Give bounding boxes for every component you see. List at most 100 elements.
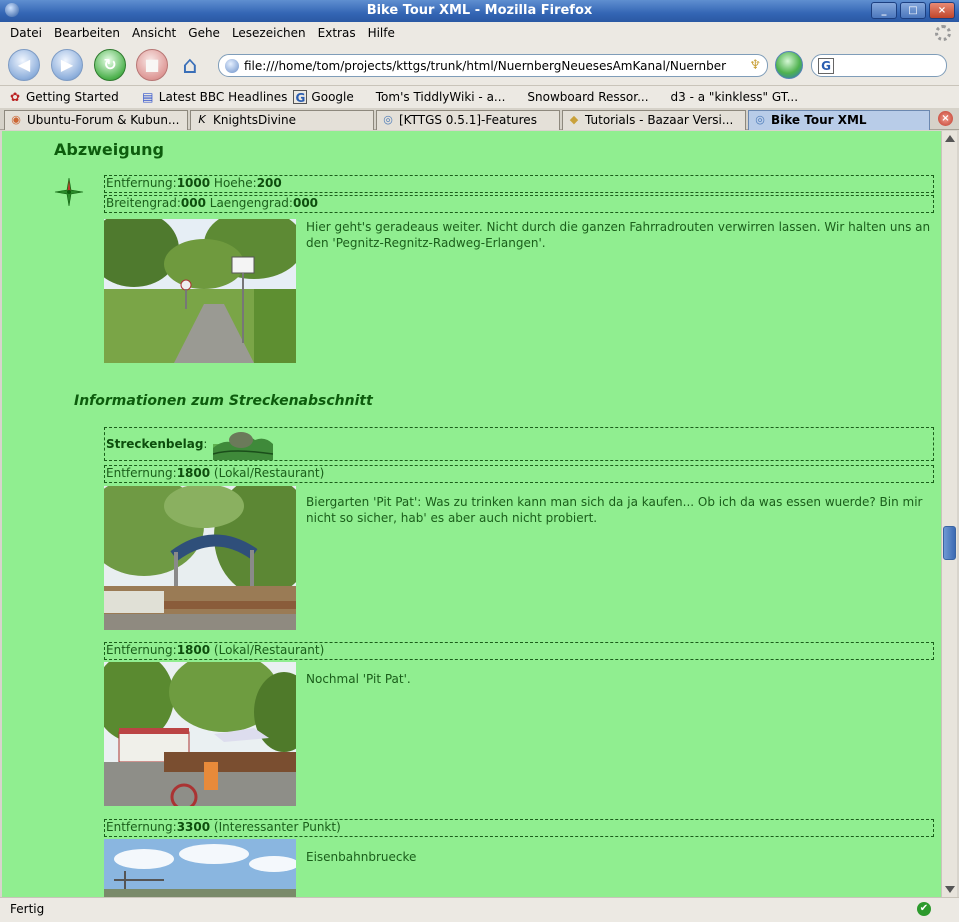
bookmark-label: Latest BBC Headlines	[158, 90, 288, 104]
menu-ansicht[interactable]: Ansicht	[126, 26, 182, 40]
tab-ubuntu-forum[interactable]: ◉ Ubuntu-Forum & Kubun...	[4, 110, 188, 130]
url-bar[interactable]: ♆	[218, 54, 768, 77]
waypoint-distance-height: Entfernung:1000 Hoehe:200	[104, 175, 934, 193]
maximize-button[interactable]: □	[900, 2, 926, 19]
point-distance-row: Entfernung:1800 (Lokal/Restaurant)	[104, 465, 934, 483]
scroll-down-arrow-icon[interactable]	[945, 886, 955, 893]
label: Entfernung:	[106, 820, 177, 834]
tab-label: Ubuntu-Forum & Kubun...	[27, 113, 180, 127]
page-content: Abzweigung Entfernung:1000 Hoehe:200 Bre…	[2, 131, 941, 897]
close-window-button[interactable]: ×	[929, 2, 955, 19]
distance-value: 3300	[176, 820, 211, 834]
back-button[interactable]: ◀	[8, 49, 40, 81]
search-bar[interactable]: G	[811, 54, 947, 77]
waypoint-photo	[104, 219, 296, 363]
tab-label: KnightsDivine	[213, 113, 296, 127]
bookmark-label: Getting Started	[26, 90, 119, 104]
menu-bar: Datei Bearbeiten Ansicht Gehe Lesezeiche…	[0, 22, 959, 44]
bookmark-google-icon: G	[293, 90, 308, 105]
status-ok-icon: ✔	[917, 902, 931, 916]
bookmark-item[interactable]: ▤ Latest BBC Headlines	[141, 90, 288, 104]
tab-bazaar-tutorials[interactable]: ◆ Tutorials - Bazaar Versi...	[562, 110, 746, 130]
bookmark-label: d3 - a "kinkless" GT...	[670, 90, 799, 104]
section-heading: Abzweigung	[54, 140, 164, 159]
point-description: Eisenbahnbruecke	[306, 850, 417, 864]
tab-label: Tutorials - Bazaar Versi...	[585, 113, 734, 127]
forward-button[interactable]: ▶	[51, 49, 83, 81]
point-distance-row: Entfernung:3300 (Interessanter Punkt)	[104, 819, 934, 837]
page-globe-icon	[225, 58, 239, 73]
compass-icon	[54, 177, 84, 207]
distance-value: 1000	[176, 176, 211, 190]
bookmark-feed-icon: ▤	[142, 90, 154, 104]
point-photo	[104, 839, 296, 897]
point-distance-row: Entfernung:1800 (Lokal/Restaurant)	[104, 642, 934, 660]
label: Entfernung:	[106, 643, 177, 657]
minimize-button[interactable]: _	[871, 2, 897, 19]
menu-hilfe[interactable]: Hilfe	[362, 26, 401, 40]
bookmark-label: Snowboard Ressor...	[527, 90, 649, 104]
bookmark-label: Google	[311, 90, 354, 104]
navigation-toolbar: ◀ ▶ ↻ ■ ⌂ ♆ G	[0, 44, 959, 86]
tab-label: [KTTGS 0.5.1]-Features	[399, 113, 537, 127]
tab-bar: ◉ Ubuntu-Forum & Kubun... K KnightsDivine …	[0, 108, 959, 130]
menu-datei[interactable]: Datei	[4, 26, 48, 40]
home-button[interactable]: ⌂	[174, 50, 206, 80]
separator: :	[203, 437, 208, 451]
menu-extras[interactable]: Extras	[312, 26, 362, 40]
go-button[interactable]	[775, 51, 803, 79]
page-icon: ◎	[383, 113, 393, 126]
vertical-scrollbar[interactable]	[941, 131, 957, 897]
ubuntu-icon: ◉	[11, 113, 21, 126]
bazaar-icon: ◆	[569, 113, 579, 126]
feed-icon[interactable]: ♆	[749, 58, 761, 73]
surface-label: Streckenbelag	[106, 437, 204, 451]
scroll-thumb[interactable]	[943, 526, 956, 560]
status-bar: Fertig ✔	[0, 897, 959, 922]
search-engine-icon[interactable]: G	[818, 58, 834, 74]
status-text: Fertig	[10, 902, 45, 916]
latitude-value: 000	[180, 196, 206, 210]
page-icon: ◎	[755, 113, 765, 126]
url-input[interactable]	[244, 58, 744, 73]
longitude-value: 000	[292, 196, 319, 210]
close-tab-button[interactable]: ×	[938, 111, 953, 126]
bookmark-label: Tom's TiddlyWiki - a...	[375, 90, 506, 104]
tab-bike-tour-xml[interactable]: ◎ Bike Tour XML	[748, 110, 930, 130]
bookmark-item[interactable]: G Google	[293, 90, 354, 105]
surface-terrain-icon	[213, 431, 274, 460]
reload-button[interactable]: ↻	[94, 49, 126, 81]
scroll-up-arrow-icon[interactable]	[945, 135, 955, 142]
point-photo	[104, 662, 296, 806]
bookmark-item[interactable]: Snowboard Ressor...	[527, 90, 648, 104]
menu-bearbeiten[interactable]: Bearbeiten	[48, 26, 126, 40]
label: Laengengrad:	[205, 196, 293, 210]
distance-value: 1800	[176, 466, 211, 480]
knightsdivine-icon: K	[198, 113, 206, 126]
bookmark-item[interactable]: Tom's TiddlyWiki - a...	[376, 90, 506, 104]
label: Breitengrad:	[106, 196, 181, 210]
distance-value: 1800	[176, 643, 211, 657]
label: Entfernung:	[106, 466, 177, 480]
window-titlebar[interactable]: Bike Tour XML - Mozilla Firefox _ □ ×	[0, 0, 959, 22]
point-photo	[104, 486, 296, 630]
window-title: Bike Tour XML - Mozilla Firefox	[366, 3, 593, 18]
bookmarks-toolbar: ✿ Getting Started ▤ Latest BBC Headlines G…	[0, 86, 959, 108]
bookmark-item[interactable]: d3 - a "kinkless" GT...	[671, 90, 799, 104]
throbber-icon	[935, 25, 951, 41]
bookmark-item[interactable]: ✿ Getting Started	[8, 90, 119, 104]
surface-row: Streckenbelag:	[104, 427, 934, 461]
point-type: (Lokal/Restaurant)	[210, 466, 325, 480]
label: Hoehe:	[210, 176, 257, 190]
tab-kttgs-features[interactable]: ◎ [KTTGS 0.5.1]-Features	[376, 110, 560, 130]
menu-lesezeichen[interactable]: Lesezeichen	[226, 26, 312, 40]
point-description: Nochmal 'Pit Pat'.	[306, 672, 411, 686]
tab-knightsdivine[interactable]: K KnightsDivine	[190, 110, 374, 130]
info-heading: Informationen zum Streckenabschnitt	[74, 393, 373, 409]
point-type: (Interessanter Punkt)	[210, 820, 341, 834]
menu-gehe[interactable]: Gehe	[182, 26, 226, 40]
firefox-icon	[5, 3, 19, 17]
stop-button[interactable]: ■	[136, 49, 168, 81]
tab-label: Bike Tour XML	[771, 113, 867, 127]
label: Entfernung:	[106, 176, 177, 190]
